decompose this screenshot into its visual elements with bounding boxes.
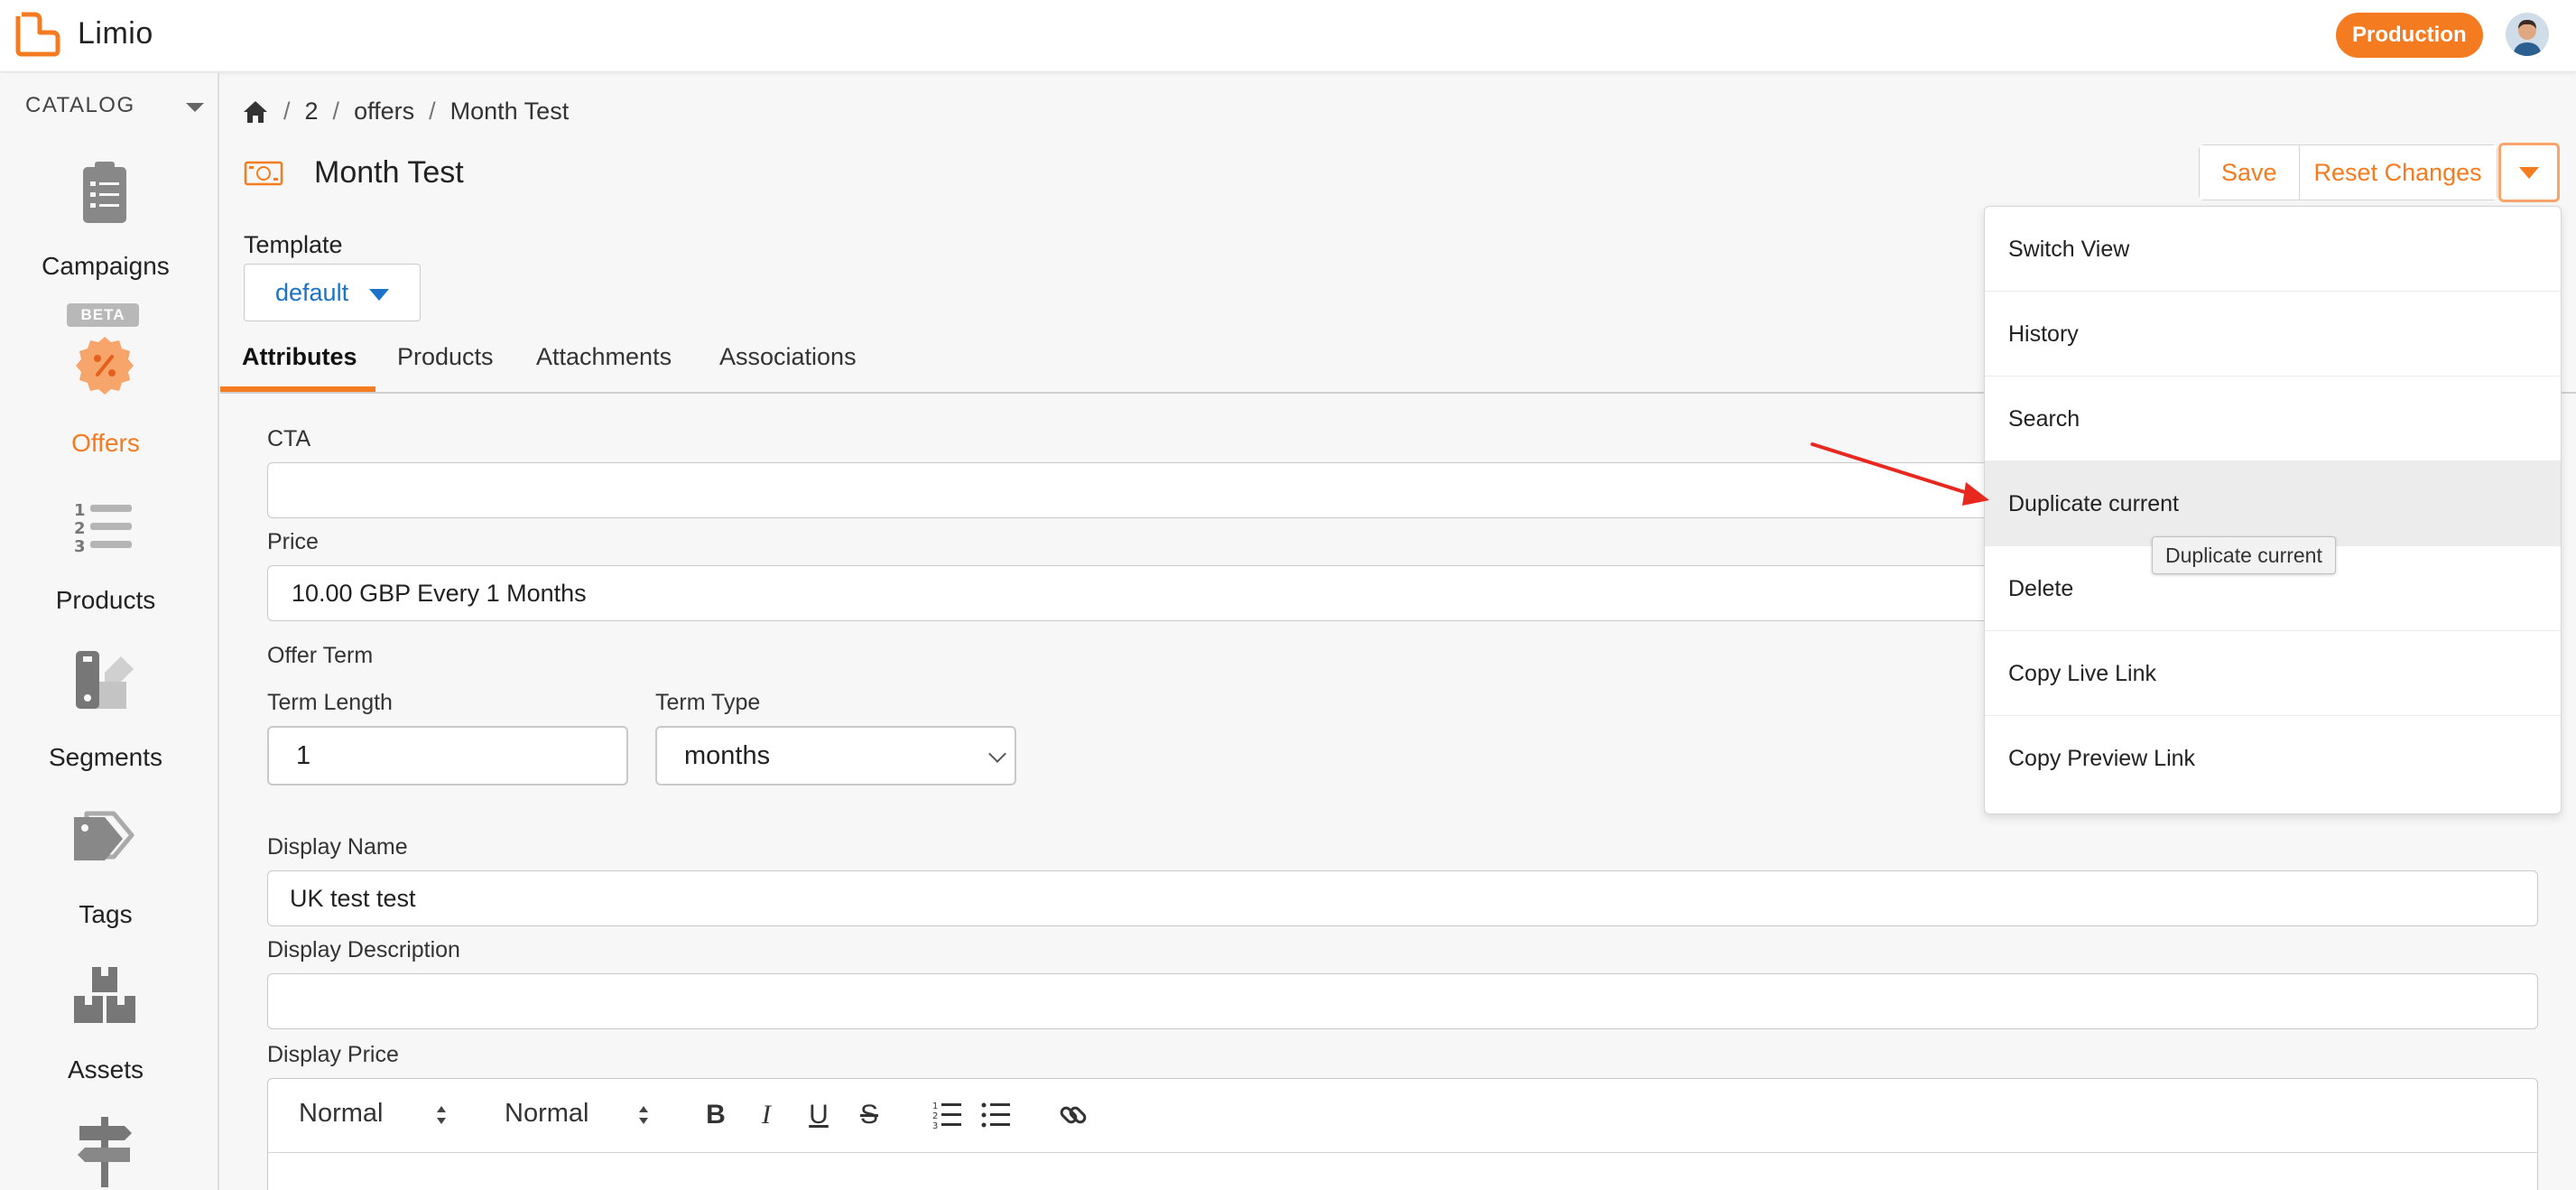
catalog-caret-icon[interactable]	[186, 103, 204, 112]
display-description-label: Display Description	[267, 937, 460, 962]
template-select[interactable]: default	[244, 264, 421, 321]
menu-item-copy-preview-link[interactable]: Copy Preview Link	[1985, 716, 2561, 801]
beta-badge: BETA	[67, 303, 139, 327]
ordered-list-icon[interactable]: 1 2 3	[929, 1097, 965, 1133]
boxes-icon[interactable]	[69, 960, 141, 1032]
caret-down-icon	[369, 289, 389, 301]
editor-toolbar: Normal Normal B I U S 1 2 3	[268, 1079, 2537, 1153]
limio-logo-icon[interactable]	[13, 11, 61, 58]
sidebar-item-tags[interactable]: Tags	[0, 900, 211, 929]
menu-item-search[interactable]: Search	[1985, 377, 2561, 461]
annotation-arrow-icon	[1811, 442, 1989, 506]
home-icon[interactable]	[242, 99, 269, 125]
breadcrumb-item[interactable]: 2	[305, 98, 319, 126]
swatch-icon[interactable]	[69, 646, 141, 718]
caret-down-icon	[2519, 167, 2539, 179]
cta-label: CTA	[267, 426, 311, 451]
bullet-list-icon[interactable]	[978, 1097, 1014, 1133]
action-button-group: Save Reset Changes	[2199, 144, 2497, 200]
tab-attachments[interactable]: Attachments	[536, 341, 672, 394]
breadcrumb-separator: /	[283, 98, 291, 125]
display-name-label: Display Name	[267, 834, 408, 860]
svg-text:3: 3	[74, 537, 86, 556]
term-type-label: Term Type	[655, 690, 761, 715]
duplicate-current-tooltip: Duplicate current	[2152, 536, 2336, 574]
updown-arrows-icon	[437, 1106, 446, 1124]
sidebar-item-offers[interactable]: Offers	[0, 429, 211, 458]
more-actions-button[interactable]	[2498, 143, 2560, 202]
sidebar-item-segments[interactable]: Segments	[0, 743, 211, 772]
term-length-label: Term Length	[267, 690, 393, 715]
breadcrumb-item[interactable]: offers	[354, 98, 414, 126]
sidebar-item-campaigns[interactable]: Campaigns	[0, 252, 211, 281]
menu-item-copy-live-link[interactable]: Copy Live Link	[1985, 631, 2561, 716]
chevron-down-icon	[988, 745, 1006, 763]
italic-icon[interactable]: I	[748, 1097, 784, 1133]
display-name-input[interactable]: UK test test	[267, 870, 2538, 926]
sidebar-item-assets[interactable]: Assets	[0, 1055, 211, 1084]
breadcrumb: / 2 / offers / Month Test	[242, 98, 569, 126]
underline-icon[interactable]: U	[801, 1097, 837, 1133]
breadcrumb-separator: /	[332, 98, 340, 125]
discount-badge-icon[interactable]	[69, 330, 141, 402]
tab-products[interactable]: Products	[397, 341, 494, 394]
strikethrough-icon[interactable]: S	[851, 1097, 887, 1133]
price-label: Price	[267, 529, 319, 554]
svg-text:1: 1	[932, 1102, 938, 1111]
user-avatar[interactable]	[2506, 13, 2549, 56]
more-actions-menu: Switch View History Search Duplicate cur…	[1984, 206, 2562, 814]
banknote-icon	[244, 161, 283, 186]
menu-item-switch-view[interactable]: Switch View	[1985, 207, 2561, 292]
environment-badge[interactable]: Production	[2336, 13, 2483, 58]
template-label: Template	[244, 231, 343, 258]
term-type-select[interactable]: months	[655, 726, 1016, 786]
menu-item-duplicate-current[interactable]: Duplicate current	[1985, 461, 2561, 546]
tag-icon[interactable]	[69, 803, 141, 875]
save-button[interactable]: Save	[2200, 145, 2300, 200]
offer-term-label: Offer Term	[267, 643, 374, 668]
active-tab-indicator	[220, 386, 375, 392]
template-value: default	[275, 279, 349, 306]
font-size-select[interactable]: Normal	[505, 1099, 588, 1129]
svg-text:3: 3	[932, 1121, 938, 1131]
price-field[interactable]: 10.00 GBP Every 1 Months	[267, 565, 2000, 621]
svg-text:2: 2	[932, 1111, 938, 1121]
sidebar-item-products[interactable]: Products	[0, 586, 211, 615]
signpost-icon[interactable]	[69, 1115, 141, 1187]
top-bar: Limio Production	[0, 0, 2576, 72]
display-description-input[interactable]	[267, 973, 2538, 1029]
svg-text:2: 2	[74, 519, 86, 538]
menu-item-history[interactable]: History	[1985, 292, 2561, 377]
catalog-section-label[interactable]: CATALOG	[25, 93, 135, 118]
breadcrumb-separator: /	[429, 98, 436, 125]
cta-input[interactable]	[267, 462, 2000, 518]
numbered-list-icon[interactable]: 1 2 3	[69, 494, 141, 566]
breadcrumb-current: Month Test	[449, 98, 570, 125]
updown-arrows-icon	[639, 1106, 648, 1124]
term-type-value: months	[684, 741, 771, 770]
term-length-input[interactable]: 1	[267, 726, 628, 786]
app-name: Limio	[78, 16, 153, 51]
link-icon[interactable]	[1055, 1097, 1091, 1133]
reset-changes-button[interactable]: Reset Changes	[2299, 145, 2497, 200]
tab-associations[interactable]: Associations	[719, 341, 857, 394]
page-title: Month Test	[314, 155, 464, 190]
clipboard-icon[interactable]	[69, 156, 141, 228]
svg-text:1: 1	[74, 501, 86, 520]
display-price-label: Display Price	[267, 1042, 399, 1067]
bold-icon[interactable]: B	[698, 1097, 734, 1133]
paragraph-format-select[interactable]: Normal	[299, 1099, 383, 1129]
display-price-editor[interactable]: Normal Normal B I U S 1 2 3	[267, 1078, 2538, 1190]
sidebar: CATALOG Campaigns BETA Offers 1 2 3 Prod…	[0, 73, 219, 1190]
